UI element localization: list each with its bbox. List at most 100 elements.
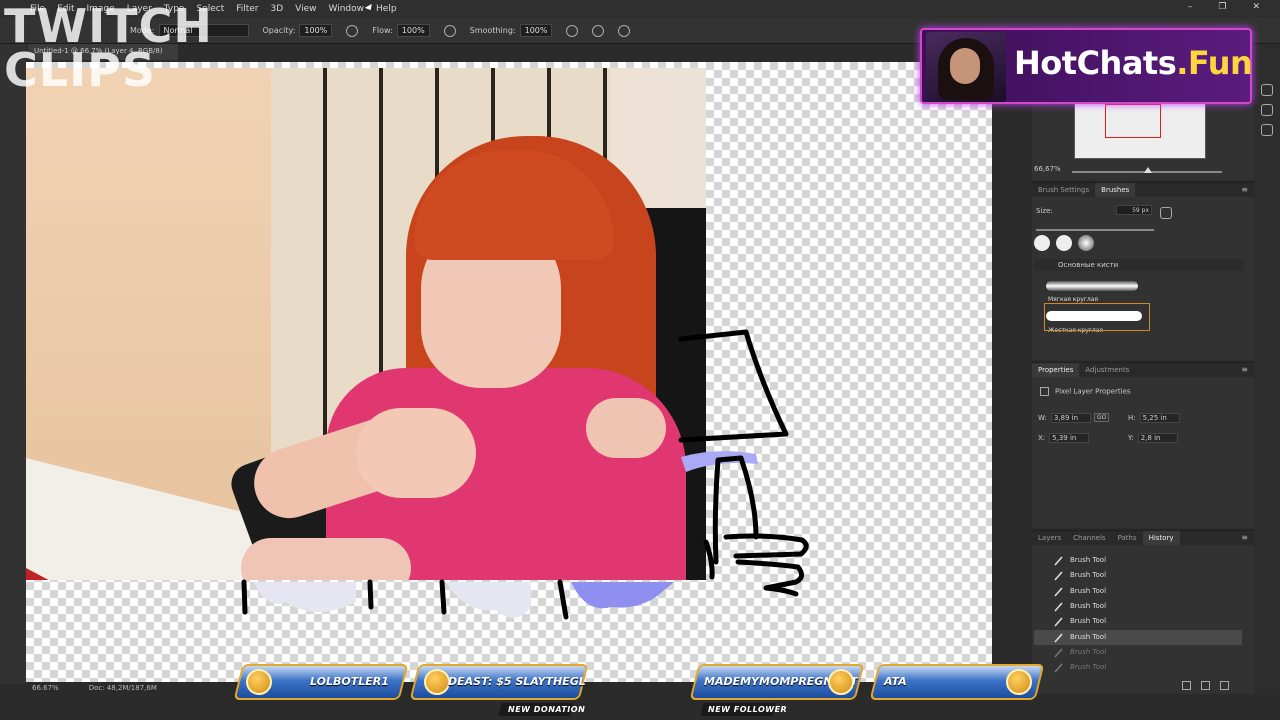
x-label: X: [1038,434,1046,442]
history-menu-icon[interactable]: ≡ [1241,533,1248,542]
history-actions [1182,681,1229,690]
brush-tip-hard-2[interactable] [1056,235,1072,251]
minimize-icon[interactable]: – [1188,2,1193,12]
alert-extra-text: ATA [884,675,907,688]
flow-input[interactable]: 100% [396,24,430,37]
brush-icon [1054,663,1063,673]
menu-filter[interactable]: Filter [236,4,258,14]
canvas[interactable] [26,62,992,682]
brush-stroke-soft-preview [1046,281,1138,291]
brush-drawing [241,329,809,620]
navigator-zoom[interactable]: 66,67% [1034,165,1061,173]
smoothing-control[interactable]: Smoothing: 100% [470,24,553,37]
opacity-input[interactable]: 100% [299,24,333,37]
status-zoom[interactable]: 66.67% [26,684,59,692]
tab-properties[interactable]: Properties [1032,363,1080,377]
brush-icon [1054,556,1063,566]
brushes-panel: Brush Settings Brushes ≡ Size: 59 px Осн… [1032,182,1254,360]
ad-brand-accent: .Fun [1176,44,1253,82]
pixel-layer-properties-label: Pixel Layer Properties [1055,387,1131,396]
navigator-zoom-knob[interactable] [1144,167,1152,173]
watermark-line-2: CLIPS [4,43,157,97]
navigator-icon[interactable] [1261,84,1273,96]
history-item[interactable]: Brush Tool [1034,599,1242,614]
navigator-thumbnail[interactable] [1074,103,1206,159]
brush-icon [1054,571,1063,581]
y-input[interactable]: 2,8 in [1137,433,1178,443]
x-row: X: 5,39 in [1038,433,1090,443]
new-document-from-state-icon[interactable] [1182,681,1191,690]
heart-coin-icon [828,669,854,695]
symmetry-icon[interactable] [618,24,631,37]
menu-window[interactable]: Window [329,4,365,14]
history-item-label: Brush Tool [1070,556,1107,564]
height-label: H: [1128,414,1136,422]
tab-history[interactable]: History [1142,531,1180,545]
trash-icon[interactable] [1220,681,1229,690]
hotchats-ad-banner[interactable]: HotChats.Fun [920,28,1253,104]
close-icon[interactable]: ✕ [1252,2,1260,12]
history-item-label: Brush Tool [1070,647,1107,656]
width-row: W: 3,89 in [1038,413,1091,423]
smoothing-input[interactable]: 100% [519,24,553,37]
width-input[interactable]: 3,89 in [1050,413,1091,423]
tab-brush-settings[interactable]: Brush Settings [1032,183,1095,197]
camera-snapshot-icon[interactable] [1201,681,1210,690]
history-item-label: Brush Tool [1070,617,1107,626]
menu-view[interactable]: View [295,4,316,14]
history-item[interactable]: Brush Tool [1034,568,1242,583]
pressure-size-icon[interactable] [592,24,605,37]
history-item[interactable]: Brush Tool [1034,660,1242,675]
history-panel: Layers Channels Paths History ≡ Brush To… [1032,530,1254,694]
history-item[interactable]: Brush Tool [1034,629,1242,645]
history-item[interactable]: Brush Tool [1034,553,1242,568]
stroke-drip-1 [241,579,248,615]
tab-paths[interactable]: Paths [1112,531,1143,545]
alert-donation-text: DEAST: $5 SLAYTHEGL [448,675,586,688]
brush-size-slider[interactable] [1036,229,1154,231]
coin-icon [246,669,272,695]
tab-layers[interactable]: Layers [1032,531,1067,545]
brush-icon [1054,648,1063,658]
ad-brand-text: HotChats.Fun [1014,44,1253,82]
history-item[interactable]: Brush Tool [1034,584,1242,599]
gear-icon[interactable] [566,24,579,37]
flow-label: Flow: [372,26,393,35]
pressure-opacity-icon[interactable] [346,24,359,37]
properties-menu-icon[interactable]: ≡ [1241,365,1248,374]
lightbulb-icon[interactable] [1261,104,1273,116]
menu-3d[interactable]: 3D [271,4,284,14]
drip-light-1 [254,582,356,612]
height-input[interactable]: 5,25 in [1139,413,1180,423]
cloud-icon[interactable] [1261,124,1273,136]
tab-adjustments[interactable]: Adjustments [1079,363,1135,377]
properties-panel-tabs: Properties Adjustments [1032,363,1254,377]
history-item[interactable]: Brush Tool [1034,614,1242,629]
airbrush-icon[interactable] [443,24,456,37]
stroke-drip-2 [367,579,374,610]
menu-help[interactable]: Help [376,4,397,14]
brush-soft-round-label[interactable]: Мягкая круглая [1048,296,1098,303]
navigator-view-box[interactable] [1105,104,1161,138]
drips [254,451,758,618]
opacity-control[interactable]: Opacity: 100% [263,24,333,37]
x-input[interactable]: 5,39 in [1049,433,1090,443]
brush-size-input[interactable]: 59 px [1116,205,1152,215]
flow-control[interactable]: Flow: 100% [372,24,430,37]
brush-tip-soft[interactable] [1078,235,1094,251]
watermark-line-1: TWITCH [4,0,213,53]
brush-tip-hard[interactable] [1034,235,1050,251]
opacity-label: Opacity: [262,26,296,35]
stroke-drip-3 [439,579,447,615]
tab-channels[interactable]: Channels [1067,531,1111,545]
new-brush-icon[interactable] [1160,207,1172,219]
panel-menu-icon[interactable]: ≡ [1241,185,1248,194]
alert-donation-caption: NEW DONATION [508,705,586,714]
restore-icon[interactable]: ❐ [1218,2,1226,12]
brush-group-row[interactable]: Основные кисти [1034,259,1244,271]
tab-brushes[interactable]: Brushes [1095,183,1136,197]
link-dimensions[interactable]: GO [1094,413,1110,422]
history-item-label: Brush Tool [1070,632,1107,641]
history-item[interactable]: Brush Tool [1034,645,1242,660]
brush-icon [1054,587,1063,597]
